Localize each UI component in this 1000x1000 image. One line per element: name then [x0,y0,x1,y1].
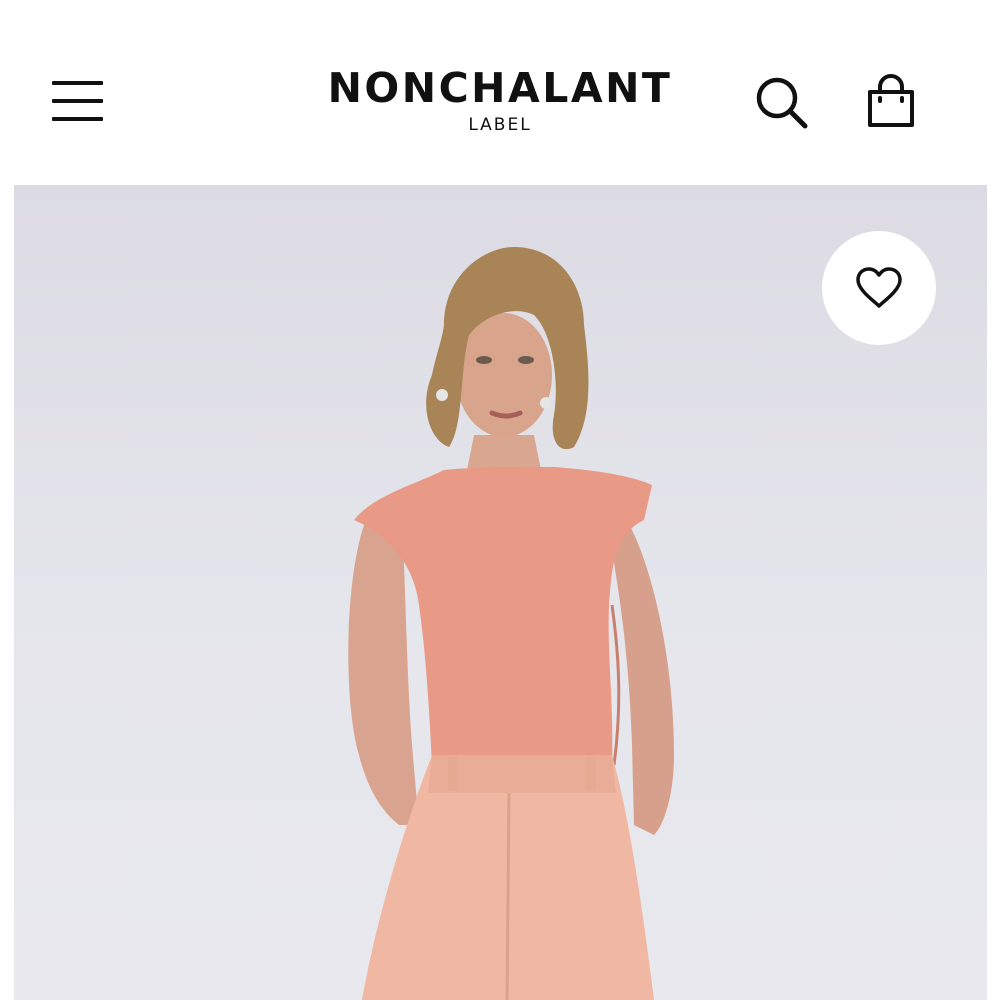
brand-subtitle: LABEL [468,115,532,135]
hamburger-menu-icon [52,81,103,85]
cart-button[interactable] [858,70,924,136]
heart-outline-icon [856,267,902,308]
menu-button[interactable] [44,70,112,132]
wishlist-button[interactable] [822,231,936,345]
hamburger-line [52,99,103,103]
search-icon [756,77,808,129]
search-button[interactable] [748,70,814,136]
product-image-area[interactable] [14,185,987,1000]
site-header: NONCHALANT LABEL [0,0,1000,185]
brand-logo[interactable]: NONCHALANT LABEL [300,64,700,144]
shopping-bag-icon [868,74,914,127]
brand-name: NONCHALANT [327,64,673,112]
hamburger-line [52,117,103,121]
